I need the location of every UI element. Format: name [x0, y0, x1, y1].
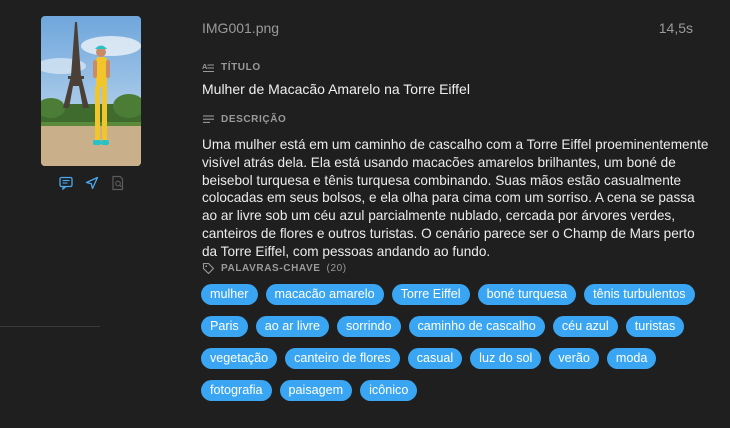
keywords-count: (20)	[326, 263, 347, 274]
keyword-tag[interactable]: caminho de cascalho	[408, 316, 545, 337]
description-section-label: DESCRIÇÃO	[221, 114, 287, 125]
tag-icon	[202, 262, 215, 275]
keyword-tag[interactable]: ao ar livre	[255, 316, 329, 337]
keyword-tag[interactable]: paisagem	[279, 380, 353, 401]
sidebar-divider	[0, 326, 100, 327]
svg-text:A: A	[202, 62, 208, 71]
title-section-header: A TÍTULO	[202, 61, 261, 74]
title-section-label: TÍTULO	[221, 62, 261, 73]
keywords-section-header: PALAVRAS-CHAVE (20)	[202, 262, 347, 275]
image-title[interactable]: Mulher de Macacão Amarelo na Torre Eiffe…	[202, 81, 470, 97]
keyword-tag[interactable]: Torre Eiffel	[391, 284, 470, 305]
keyword-tag[interactable]: fotografia	[201, 380, 272, 401]
keyword-tag[interactable]: macacão amarelo	[265, 284, 384, 305]
keyword-tag[interactable]: canteiro de flores	[285, 348, 400, 369]
keyword-tag[interactable]: icônico	[360, 380, 418, 401]
keywords-section-label: PALAVRAS-CHAVE	[221, 263, 321, 274]
keyword-tag[interactable]: turistas	[625, 316, 685, 337]
text-format-icon: A	[202, 62, 214, 72]
paragraph-icon	[203, 115, 214, 123]
keyword-tag[interactable]: verão	[549, 348, 599, 369]
description-section-header: DESCRIÇÃO	[202, 113, 286, 126]
keyword-tags: mulher macacão amarelo Torre Eiffel boné tu…	[201, 284, 721, 401]
keyword-tag[interactable]: mulher	[201, 284, 258, 305]
keyword-tag[interactable]: Paris	[201, 316, 248, 337]
keyword-tag[interactable]: casual	[407, 348, 463, 369]
send-icon[interactable]	[84, 175, 100, 191]
comment-icon[interactable]	[58, 175, 74, 191]
keyword-tag[interactable]: luz do sol	[470, 348, 542, 369]
keyword-tag[interactable]: céu azul	[552, 316, 618, 337]
keyword-tag[interactable]: boné turquesa	[477, 284, 577, 305]
keyword-tag[interactable]: moda	[606, 348, 657, 369]
processing-duration: 14,5s	[658, 20, 693, 36]
thumbnail-actions	[58, 175, 126, 191]
keyword-tag[interactable]: vegetação	[201, 348, 278, 369]
file-name: IMG001.png	[202, 20, 280, 36]
keyword-tag[interactable]: tênis turbulentos	[584, 284, 695, 305]
keyword-tag[interactable]: sorrindo	[337, 316, 401, 337]
document-search-icon[interactable]	[110, 175, 126, 191]
image-description[interactable]: Uma mulher está em um caminho de cascalh…	[202, 136, 712, 261]
image-thumbnail[interactable]	[41, 16, 141, 166]
